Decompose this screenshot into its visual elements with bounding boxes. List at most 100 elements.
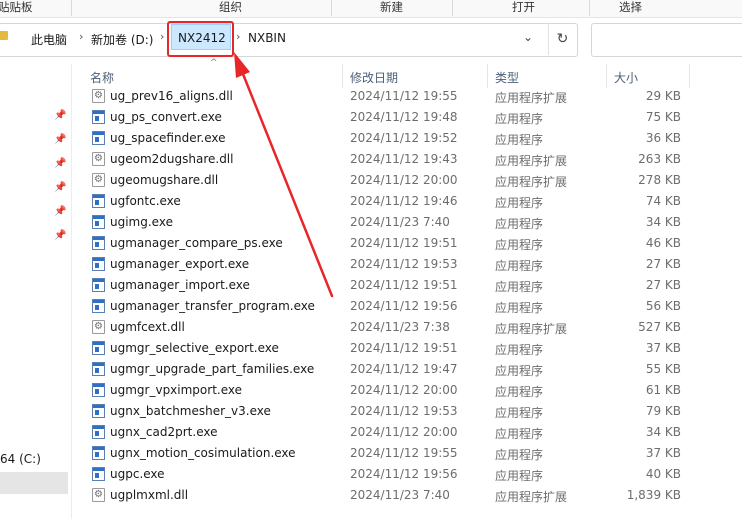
file-row[interactable]: ugmanager_export.exe 2024/11/12 19:53 应用程序… — [72, 254, 742, 275]
file-row[interactable]: ug_spacefinder.exe 2024/11/12 19:52 应用程序 36… — [72, 128, 742, 149]
column-divider[interactable] — [689, 64, 690, 88]
file-name: ugeomugshare.dll — [110, 173, 219, 187]
file-size: 27 KB — [645, 278, 681, 292]
breadcrumb-nxbin[interactable]: NXBIN — [248, 31, 286, 45]
file-size: 36 KB — [645, 131, 681, 145]
chevron-down-icon[interactable]: ⌄ — [523, 30, 533, 44]
breadcrumb-drive-d[interactable]: 新加卷 (D:) — [91, 31, 153, 48]
application-file-icon — [92, 131, 105, 145]
ribbon-group-open: 打开 — [512, 0, 535, 14]
file-type: 应用程序 — [495, 469, 544, 483]
column-divider[interactable] — [342, 64, 343, 88]
file-type: 应用程序 — [495, 217, 544, 231]
pin-icon[interactable]: 📌 — [54, 230, 66, 241]
file-modified-date: 2024/11/12 19:46 — [350, 194, 458, 208]
column-header-row: ^ 名称 修改日期 类型 大小 — [72, 58, 742, 88]
breadcrumb-this-pc[interactable]: 此电脑 — [31, 31, 67, 48]
file-modified-date: 2024/11/12 19:51 — [350, 236, 458, 250]
file-row[interactable]: ugfontc.exe 2024/11/12 19:46 应用程序 74 KB — [72, 191, 742, 212]
file-type: 应用程序扩展 — [495, 322, 568, 336]
file-size: 527 KB — [638, 320, 681, 334]
file-row[interactable]: ugnx_batchmesher_v3.exe 2024/11/12 19:53 应… — [72, 401, 742, 422]
file-row[interactable]: ugpc.exe 2024/11/12 19:56 应用程序 40 KB — [72, 464, 742, 485]
column-header-name[interactable]: 名称 — [90, 69, 114, 86]
file-size: 1,839 KB — [626, 488, 681, 502]
file-modified-date: 2024/11/12 19:43 — [350, 152, 458, 166]
dll-file-icon — [92, 173, 105, 187]
file-name: ugmanager_compare_ps.exe — [110, 236, 283, 250]
file-row[interactable]: ugimg.exe 2024/11/23 7:40 应用程序 34 KB — [72, 212, 742, 233]
ribbon-group-select: 选择 — [619, 0, 642, 14]
file-size: 55 KB — [645, 362, 681, 376]
ribbon-separator — [331, 0, 332, 16]
file-name: ug_spacefinder.exe — [110, 131, 226, 145]
file-modified-date: 2024/11/12 19:52 — [350, 131, 458, 145]
application-file-icon — [92, 446, 105, 460]
file-modified-date: 2024/11/12 19:56 — [350, 299, 458, 313]
file-modified-date: 2024/11/12 19:53 — [350, 404, 458, 418]
chevron-right-icon[interactable]: › — [236, 30, 240, 43]
nav-item-selected[interactable] — [0, 472, 68, 494]
column-header-date[interactable]: 修改日期 — [350, 69, 398, 86]
ribbon-separator — [71, 0, 72, 16]
column-header-type[interactable]: 类型 — [495, 69, 519, 86]
file-row[interactable]: ugmanager_import.exe 2024/11/12 19:51 应用程序… — [72, 275, 742, 296]
file-size: 37 KB — [645, 446, 681, 460]
file-size: 29 KB — [645, 89, 681, 103]
chevron-right-icon[interactable]: › — [79, 30, 83, 43]
file-type: 应用程序 — [495, 364, 544, 378]
file-list: ug_prev16_aligns.dll 2024/11/12 19:55 应用程序… — [72, 88, 742, 519]
chevron-right-icon[interactable]: › — [160, 30, 164, 43]
column-divider[interactable] — [487, 64, 488, 88]
application-file-icon — [92, 257, 105, 271]
application-file-icon — [92, 194, 105, 208]
file-size: 61 KB — [645, 383, 681, 397]
file-row[interactable]: ugnx_motion_cosimulation.exe 2024/11/12 1… — [72, 443, 742, 464]
application-file-icon — [92, 383, 105, 397]
file-name: ugfontc.exe — [110, 194, 181, 208]
address-bar[interactable] — [0, 23, 578, 57]
address-bar-row: 此电脑 › 新加卷 (D:) › NX2412 › NXBIN ⌄ ↻ — [0, 18, 742, 64]
pin-icon[interactable]: 📌 — [54, 158, 66, 169]
file-row[interactable]: ugmanager_transfer_program.exe 2024/11/12… — [72, 296, 742, 317]
application-file-icon — [92, 362, 105, 376]
pin-icon[interactable]: 📌 — [54, 206, 66, 217]
ribbon-group-clipboard: 贴贴板 — [0, 0, 33, 14]
application-file-icon — [92, 467, 105, 481]
file-row[interactable]: ug_prev16_aligns.dll 2024/11/12 19:55 应用程序… — [72, 88, 742, 107]
file-name: ugmgr_selective_export.exe — [110, 341, 279, 355]
file-modified-date: 2024/11/12 20:00 — [350, 383, 458, 397]
file-modified-date: 2024/11/12 19:48 — [350, 110, 458, 124]
file-modified-date: 2024/11/12 20:00 — [350, 173, 458, 187]
pin-icon[interactable]: 📌 — [54, 182, 66, 193]
file-type: 应用程序 — [495, 196, 544, 210]
file-modified-date: 2024/11/12 19:55 — [350, 446, 458, 460]
file-row[interactable]: ugmfcext.dll 2024/11/23 7:38 应用程序扩展 527 KB — [72, 317, 742, 338]
file-name: ugmgr_upgrade_part_families.exe — [110, 362, 315, 376]
file-name: ugimg.exe — [110, 215, 173, 229]
file-row[interactable]: ugnx_cad2prt.exe 2024/11/12 20:00 应用程序 34 K… — [72, 422, 742, 443]
navigation-pane: 📌 📌 📌 📌 📌 📌 64 (C:) — [0, 64, 70, 519]
search-input[interactable] — [591, 23, 742, 57]
file-row[interactable]: ugplmxml.dll 2024/11/23 7:40 应用程序扩展 1,839 K… — [72, 485, 742, 506]
file-row[interactable]: ugmgr_upgrade_part_families.exe 2024/11/1… — [72, 359, 742, 380]
file-type: 应用程序 — [495, 259, 544, 273]
file-modified-date: 2024/11/12 19:47 — [350, 362, 458, 376]
file-row[interactable]: ugeomugshare.dll 2024/11/12 20:00 应用程序扩展 27… — [72, 170, 742, 191]
refresh-icon[interactable]: ↻ — [548, 23, 576, 55]
application-file-icon — [92, 341, 105, 355]
nav-item-drive-c[interactable]: 64 (C:) — [0, 452, 41, 466]
column-header-size[interactable]: 大小 — [614, 69, 638, 86]
file-row[interactable]: ugmanager_compare_ps.exe 2024/11/12 19:51… — [72, 233, 742, 254]
file-name: ugnx_motion_cosimulation.exe — [110, 446, 296, 460]
column-divider[interactable] — [606, 64, 607, 88]
pin-icon[interactable]: 📌 — [54, 110, 66, 121]
file-size: 46 KB — [645, 236, 681, 250]
application-file-icon — [92, 278, 105, 292]
file-row[interactable]: ugeom2dugshare.dll 2024/11/12 19:43 应用程序扩展… — [72, 149, 742, 170]
pin-icon[interactable]: 📌 — [54, 134, 66, 145]
file-row[interactable]: ugmgr_selective_export.exe 2024/11/12 19:… — [72, 338, 742, 359]
file-type: 应用程序扩展 — [495, 154, 568, 168]
file-row[interactable]: ugmgr_vpximport.exe 2024/11/12 20:00 应用程序 6… — [72, 380, 742, 401]
file-row[interactable]: ug_ps_convert.exe 2024/11/12 19:48 应用程序 75 … — [72, 107, 742, 128]
